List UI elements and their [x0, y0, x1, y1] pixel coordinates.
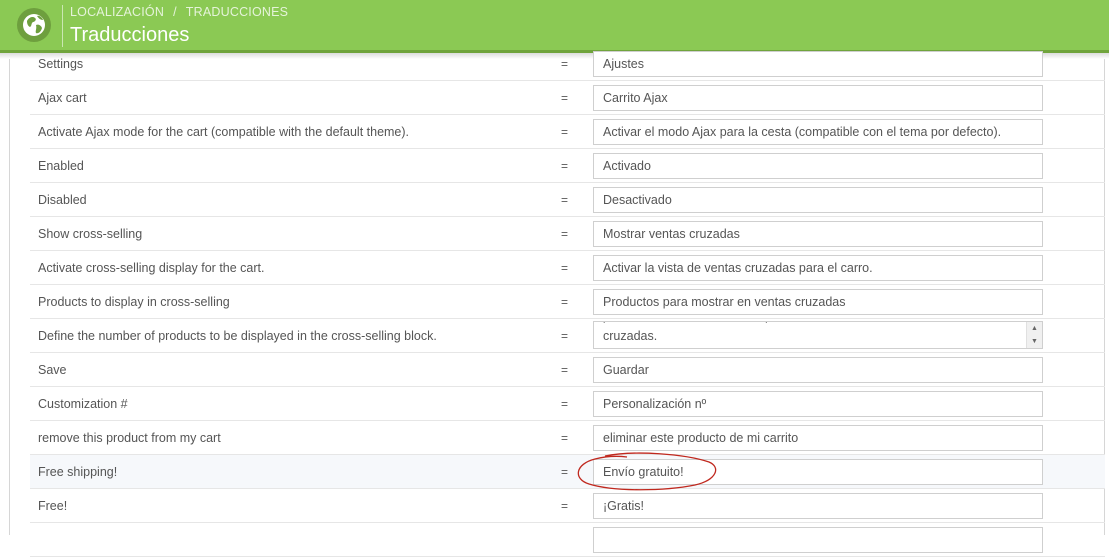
textarea-value: cruzadas. [603, 329, 658, 343]
translation-input[interactable] [593, 119, 1043, 145]
table-row: Define the number of products to be disp… [30, 319, 1105, 353]
source-string: Show cross-selling [38, 227, 143, 241]
table-row: Activate Ajax mode for the cart (compati… [30, 115, 1105, 149]
table-row: remove this product from my cart = [30, 421, 1105, 455]
source-string: Activate Ajax mode for the cart (compati… [38, 125, 410, 139]
source-string: Customization # [38, 397, 128, 411]
table-row: Customization # = [30, 387, 1105, 421]
source-string: Define the number of products to be disp… [38, 329, 437, 343]
translation-input[interactable] [593, 493, 1043, 519]
equals-sign: = [561, 261, 569, 275]
breadcrumb-localizacion[interactable]: LOCALIZACIÓN [70, 5, 164, 19]
translation-input[interactable] [593, 153, 1043, 179]
source-string: Ajax cart [38, 91, 87, 105]
globe-icon [17, 8, 51, 42]
source-string: Free shipping! [38, 465, 118, 479]
source-string: Settings [38, 57, 84, 71]
breadcrumb-traducciones[interactable]: TRADUCCIONES [186, 5, 288, 19]
equals-sign: = [561, 227, 569, 241]
equals-sign: = [561, 329, 569, 343]
translation-input[interactable] [593, 255, 1043, 281]
source-string: Activate cross-selling display for the c… [38, 261, 265, 275]
translation-input[interactable] [593, 357, 1043, 383]
breadcrumb: LOCALIZACIÓN / TRADUCCIONES [70, 5, 288, 19]
translation-input[interactable] [593, 289, 1043, 315]
table-row: Products to display in cross-selling = [30, 285, 1105, 319]
translation-input[interactable] [593, 459, 1043, 485]
header-bar: LOCALIZACIÓN / TRADUCCIONES Traducciones [0, 0, 1109, 50]
equals-sign: = [561, 363, 569, 377]
table-row: Show cross-selling = [30, 217, 1105, 251]
translation-table: Settings = Ajax cart = Activate Ajax mod… [30, 47, 1105, 557]
translation-input[interactable] [593, 527, 1043, 553]
source-string: Disabled [38, 193, 87, 207]
translation-input[interactable] [593, 85, 1043, 111]
translation-textarea[interactable]: ' ' cruzadas. ▲ ▼ [593, 321, 1043, 349]
scroll-up-arrow-icon[interactable]: ▲ [1031, 325, 1038, 333]
equals-sign: = [561, 431, 569, 445]
translation-input[interactable] [593, 425, 1043, 451]
equals-sign: = [561, 397, 569, 411]
table-row: Save = [30, 353, 1105, 387]
table-row: Activate cross-selling display for the c… [30, 251, 1105, 285]
source-string: Save [38, 363, 67, 377]
translation-input[interactable] [593, 187, 1043, 213]
translation-input[interactable] [593, 391, 1043, 417]
table-row: Ajax cart = [30, 81, 1105, 115]
table-row: Free! = [30, 489, 1105, 523]
equals-sign: = [561, 499, 569, 513]
textarea-scrollbar[interactable]: ▲ ▼ [1026, 322, 1042, 348]
translation-input[interactable] [593, 221, 1043, 247]
table-row: Settings = [30, 47, 1105, 81]
equals-sign: = [561, 91, 569, 105]
table-row-highlighted: Free shipping! = [30, 455, 1105, 489]
equals-sign: = [561, 159, 569, 173]
table-row: Disabled = [30, 183, 1105, 217]
breadcrumb-separator: / [173, 5, 177, 19]
source-string: remove this product from my cart [38, 431, 221, 445]
translation-input[interactable] [593, 51, 1043, 77]
panel-left-border [9, 59, 10, 535]
equals-sign: = [561, 193, 569, 207]
table-row: Enabled = [30, 149, 1105, 183]
source-string: Enabled [38, 159, 84, 173]
source-string: Free! [38, 499, 68, 513]
header-separator [62, 5, 63, 47]
table-row [30, 523, 1105, 557]
equals-sign: = [561, 125, 569, 139]
equals-sign: = [561, 57, 569, 71]
scroll-down-arrow-icon[interactable]: ▼ [1031, 338, 1038, 346]
page-title: Traducciones [70, 24, 190, 46]
equals-sign: = [561, 295, 569, 309]
equals-sign: = [561, 465, 569, 479]
source-string: Products to display in cross-selling [38, 295, 230, 309]
